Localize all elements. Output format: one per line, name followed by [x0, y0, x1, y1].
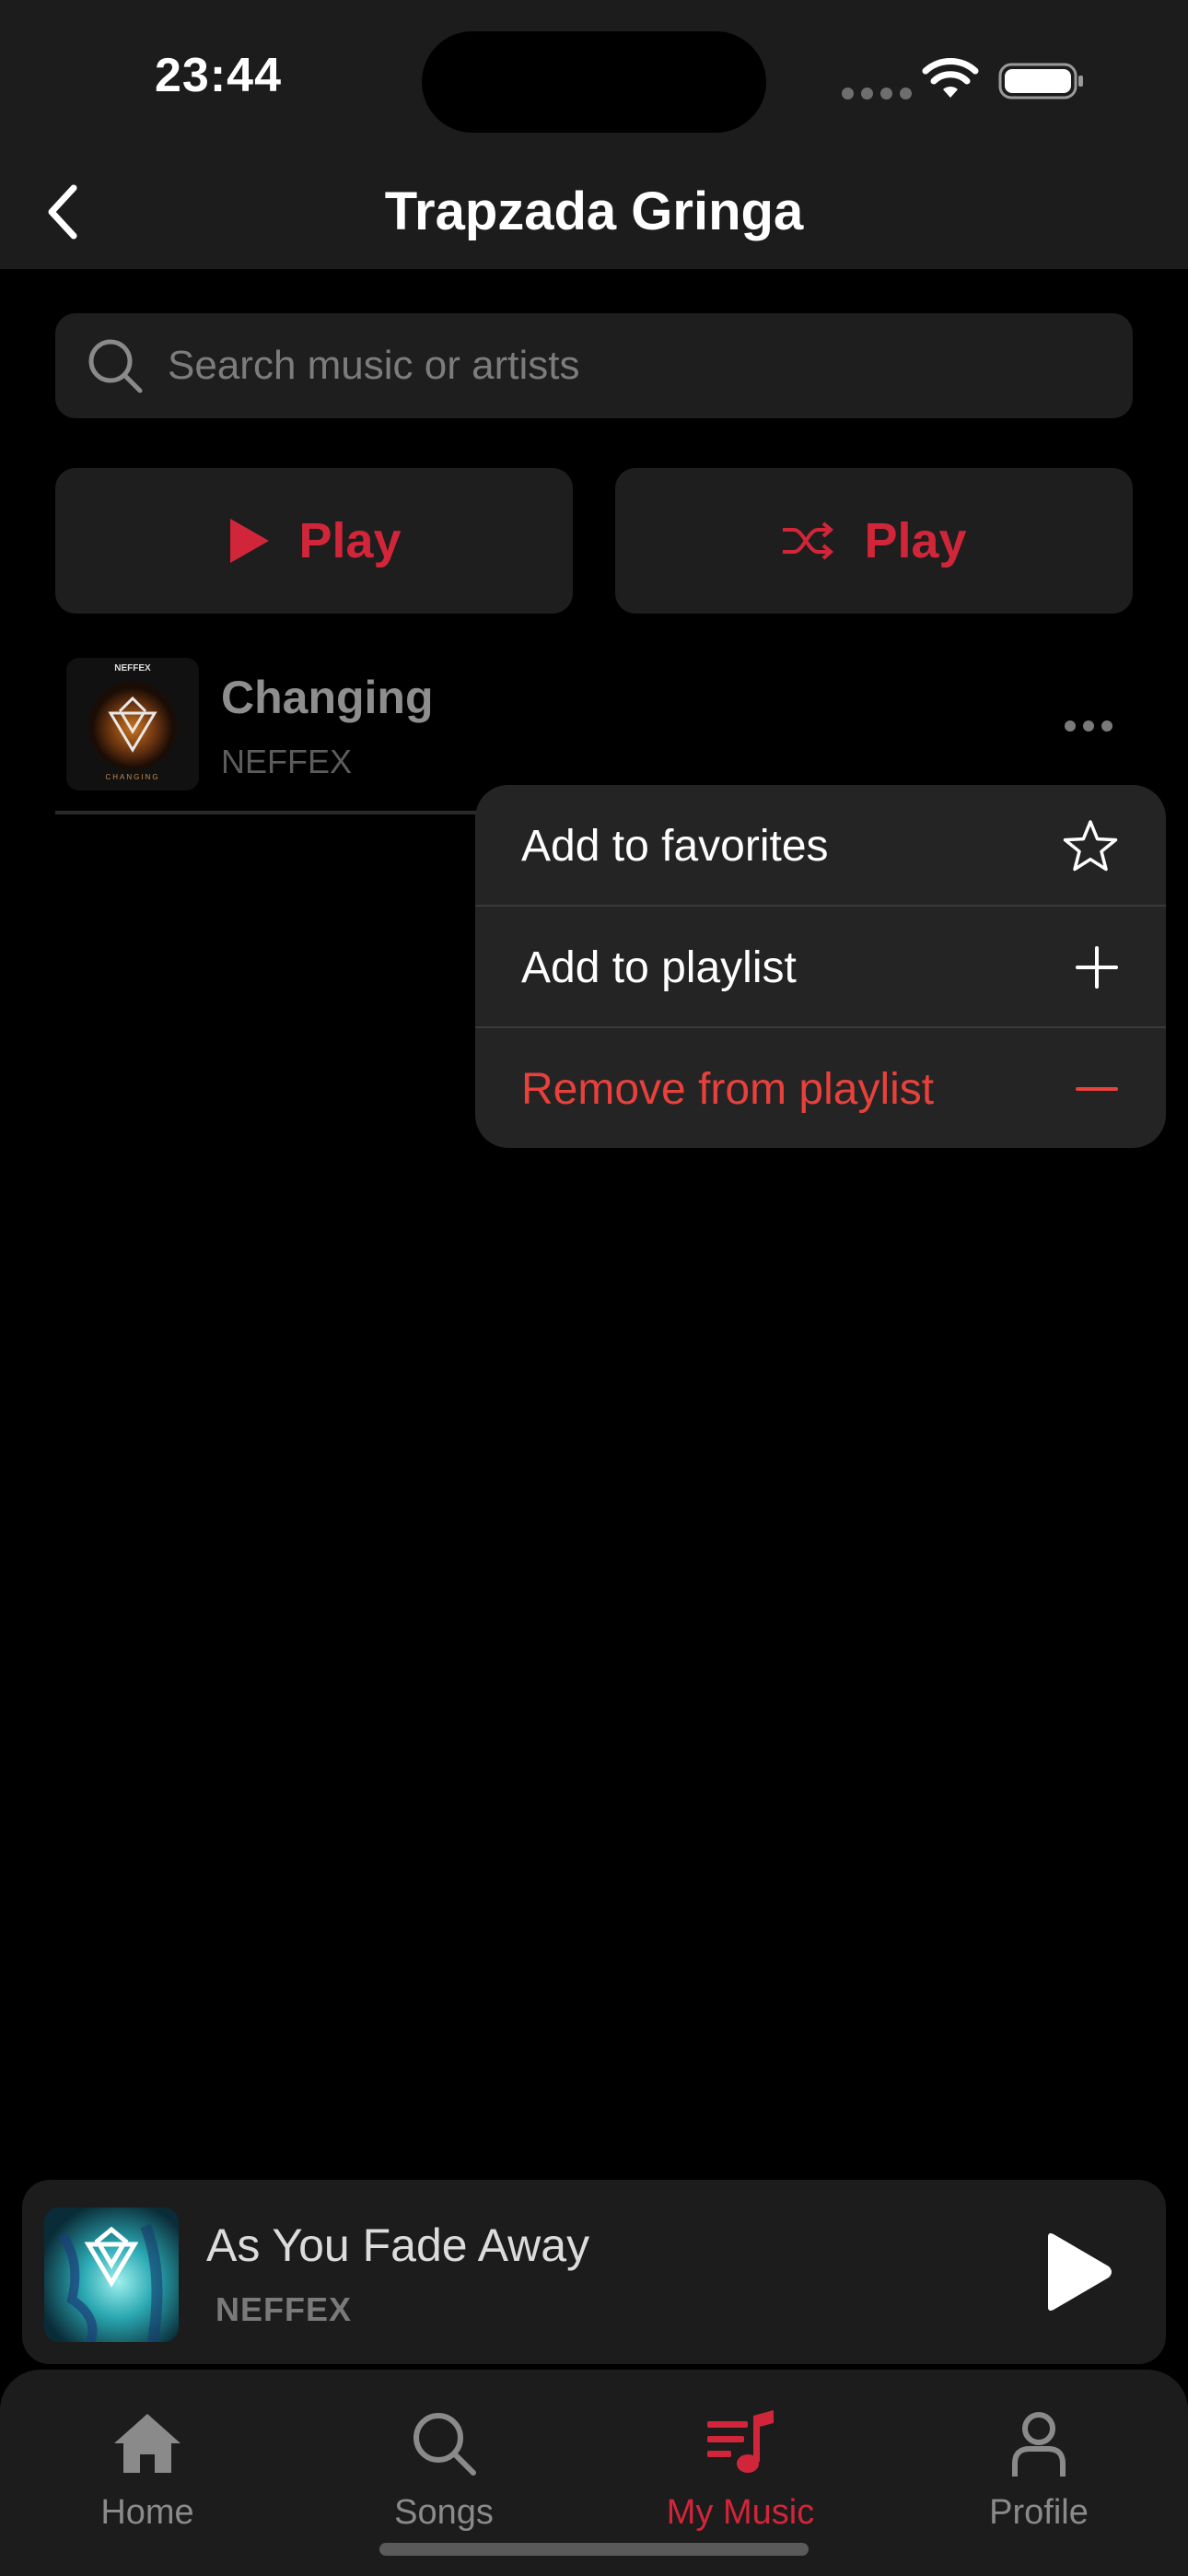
- play-icon: [230, 519, 270, 563]
- status-bar: 23:44: [0, 0, 1188, 157]
- cellular-signal-icon: [842, 88, 912, 100]
- menu-item-add-to-favorites[interactable]: Add to favorites: [475, 785, 1166, 907]
- tab-label: Songs: [394, 2493, 494, 2532]
- shuffle-play-button[interactable]: Play: [615, 468, 1133, 614]
- person-icon: [1012, 2412, 1066, 2476]
- menu-item-label: Add to favorites: [521, 821, 829, 871]
- play-button-label: Play: [298, 513, 402, 568]
- status-time: 23:44: [155, 49, 282, 102]
- play-icon[interactable]: [1031, 2228, 1120, 2316]
- menu-item-remove-from-playlist[interactable]: Remove from playlist: [475, 1028, 1166, 1148]
- tab-profile[interactable]: Profile: [938, 2406, 1140, 2533]
- now-playing-title: As You Fade Away: [206, 2219, 590, 2271]
- menu-item-label: Add to playlist: [521, 943, 797, 992]
- shuffle-icon: [783, 521, 834, 560]
- now-playing-artist: NEFFEX: [215, 2290, 353, 2328]
- search-bar[interactable]: [55, 313, 1133, 418]
- search-icon: [413, 2413, 476, 2476]
- tab-my-music[interactable]: My Music: [639, 2406, 842, 2533]
- home-indicator: [379, 2543, 809, 2556]
- play-button[interactable]: Play: [55, 468, 573, 614]
- svg-text:CHANGING: CHANGING: [105, 773, 159, 781]
- plus-icon: [1076, 946, 1118, 989]
- song-artist: NEFFEX: [221, 743, 353, 780]
- search-input[interactable]: [168, 343, 996, 389]
- menu-item-add-to-playlist[interactable]: Add to playlist: [475, 907, 1166, 1028]
- search-icon: [88, 339, 143, 393]
- context-menu: Add to favorites Add to playlist Remove …: [475, 785, 1166, 1148]
- album-art: NEFFEX CHANGING: [66, 658, 199, 790]
- mini-player[interactable]: As You Fade Away NEFFEX: [22, 2180, 1166, 2364]
- page-title: Trapzada Gringa: [384, 181, 804, 241]
- music-list-icon: [707, 2410, 774, 2473]
- tab-label: Profile: [989, 2493, 1089, 2532]
- now-playing-album-art: [44, 2207, 179, 2342]
- svg-text:NEFFEX: NEFFEX: [114, 663, 151, 673]
- dynamic-island: [422, 31, 766, 133]
- tab-label: My Music: [666, 2493, 815, 2532]
- minus-icon: [1076, 1087, 1118, 1091]
- nav-header: Trapzada Gringa: [0, 157, 1188, 269]
- star-icon: [1063, 820, 1118, 872]
- tab-label: Home: [100, 2493, 194, 2532]
- song-title: Changing: [221, 672, 434, 723]
- home-icon: [114, 2414, 181, 2473]
- menu-item-label: Remove from playlist: [521, 1064, 935, 1114]
- wifi-icon: [922, 58, 979, 98]
- tab-home[interactable]: Home: [46, 2406, 249, 2533]
- tab-songs[interactable]: Songs: [343, 2406, 545, 2533]
- more-options-icon[interactable]: [1055, 711, 1122, 741]
- battery-icon: [998, 63, 1083, 100]
- shuffle-button-label: Play: [864, 513, 967, 568]
